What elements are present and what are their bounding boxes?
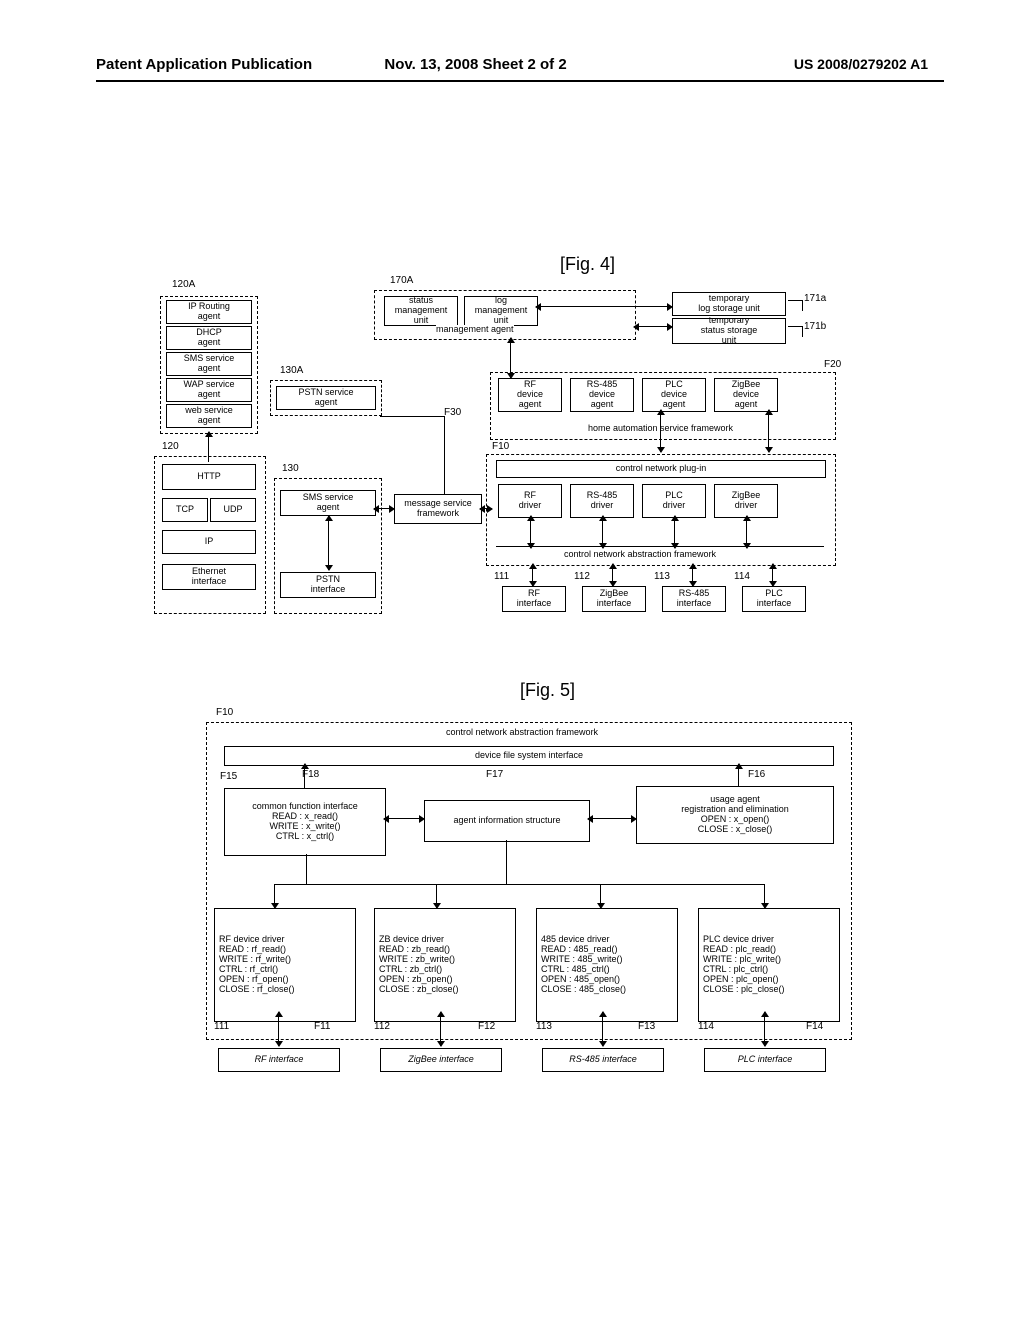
label-130A: 130A	[280, 366, 303, 377]
label-F11: F11	[314, 1022, 331, 1033]
ethernet-interface: Ethernet interface	[162, 564, 256, 590]
cna-framework-label: control network abstraction framework	[564, 550, 716, 559]
rf-device-agent: RF device agent	[498, 378, 562, 412]
rf-driver: RF driver	[498, 484, 562, 518]
zigbee-interface: ZigBee interface	[582, 586, 646, 612]
label-112-fig5: 112	[374, 1022, 390, 1033]
wap-service-agent: WAP service agent	[166, 378, 252, 402]
rf-interface: RF interface	[502, 586, 566, 612]
label-111-fig5: 111	[214, 1022, 229, 1033]
label-120A: 120A	[172, 280, 195, 291]
label-F12: F12	[478, 1022, 495, 1033]
common-function-interface: common function interface READ : x_read(…	[224, 788, 386, 856]
ip-routing-agent: IP Routing agent	[166, 300, 252, 324]
label-112: 112	[574, 572, 590, 583]
sms-service-agent-top: SMS service agent	[166, 352, 252, 376]
plc-device-agent: PLC device agent	[642, 378, 706, 412]
label-F10-fig4: F10	[492, 442, 509, 453]
label-120: 120	[162, 442, 179, 453]
figure-5: F10 control network abstraction framewor…	[158, 708, 858, 1128]
header-rule	[96, 80, 944, 82]
ip: IP	[162, 530, 256, 554]
temporary-log-storage: temporary log storage unit	[672, 292, 786, 316]
plc-interface: PLC interface	[742, 586, 806, 612]
zb-device-driver: ZB device driver READ : zb_read() WRITE …	[374, 908, 516, 1022]
label-114-fig5: 114	[698, 1022, 714, 1033]
cna-framework-title: control network abstraction framework	[446, 728, 598, 737]
label-F14: F14	[806, 1022, 823, 1033]
header-center: Nov. 13, 2008 Sheet 2 of 2	[384, 56, 566, 73]
udp: UDP	[210, 498, 256, 522]
label-F10-fig5: F10	[216, 708, 233, 719]
label-130: 130	[282, 464, 299, 475]
page-header: Patent Application Publication Nov. 13, …	[96, 56, 928, 73]
sms-service-agent-lower: SMS service agent	[280, 490, 376, 516]
patent-page: Patent Application Publication Nov. 13, …	[0, 0, 1024, 1320]
plc-interface-fig5: PLC interface	[704, 1048, 826, 1072]
pstn-service-agent: PSTN service agent	[276, 386, 376, 410]
fig5-caption: [Fig. 5]	[520, 680, 575, 701]
rs485-interface: RS-485 interface	[662, 586, 726, 612]
label-113-fig5: 113	[536, 1022, 552, 1033]
figure-4: 170A status management unit log manageme…	[160, 276, 860, 660]
plc-driver: PLC driver	[642, 484, 706, 518]
label-F17: F17	[486, 770, 503, 781]
label-F20: F20	[824, 360, 841, 371]
label-171b: 171b	[804, 322, 826, 333]
control-network-plugin: control network plug-in	[496, 460, 826, 478]
rs485-device-agent: RS-485 device agent	[570, 378, 634, 412]
pstn-interface: PSTN interface	[280, 572, 376, 598]
usage-agent-registration: usage agent registration and elimination…	[636, 786, 834, 844]
web-service-agent: web service agent	[166, 404, 252, 428]
fig4-caption: [Fig. 4]	[560, 254, 615, 275]
label-F30: F30	[444, 408, 461, 419]
label-171a: 171a	[804, 294, 826, 305]
agent-information-structure: agent information structure	[424, 800, 590, 842]
rs485-interface-fig5: RS-485 interface	[542, 1048, 664, 1072]
zigbee-interface-fig5: ZigBee interface	[380, 1048, 502, 1072]
label-F16: F16	[748, 770, 765, 781]
zigbee-device-agent: ZigBee device agent	[714, 378, 778, 412]
rf-device-driver: RF device driver READ : rf_read() WRITE …	[214, 908, 356, 1022]
management-agent-label: management agent	[436, 325, 514, 334]
485-device-driver: 485 device driver READ : 485_read() WRIT…	[536, 908, 678, 1022]
status-management-unit: status management unit	[384, 296, 458, 326]
rs485-driver: RS-485 driver	[570, 484, 634, 518]
temporary-status-storage: temporary status storage unit	[672, 318, 786, 344]
message-service-framework: message service framework	[394, 494, 482, 524]
tcp: TCP	[162, 498, 208, 522]
dhcp-agent: DHCP agent	[166, 326, 252, 350]
label-111: 111	[494, 572, 509, 583]
header-right: US 2008/0279202 A1	[794, 56, 928, 73]
label-113: 113	[654, 572, 670, 583]
http: HTTP	[162, 464, 256, 490]
rf-interface-fig5: RF interface	[218, 1048, 340, 1072]
label-F13: F13	[638, 1022, 655, 1033]
header-left: Patent Application Publication	[96, 56, 312, 73]
label-F15: F15	[220, 772, 237, 783]
plc-device-driver: PLC device driver READ : plc_read() WRIT…	[698, 908, 840, 1022]
label-170A: 170A	[390, 276, 413, 287]
log-management-unit: log management unit	[464, 296, 538, 326]
label-114: 114	[734, 572, 750, 583]
zigbee-driver: ZigBee driver	[714, 484, 778, 518]
